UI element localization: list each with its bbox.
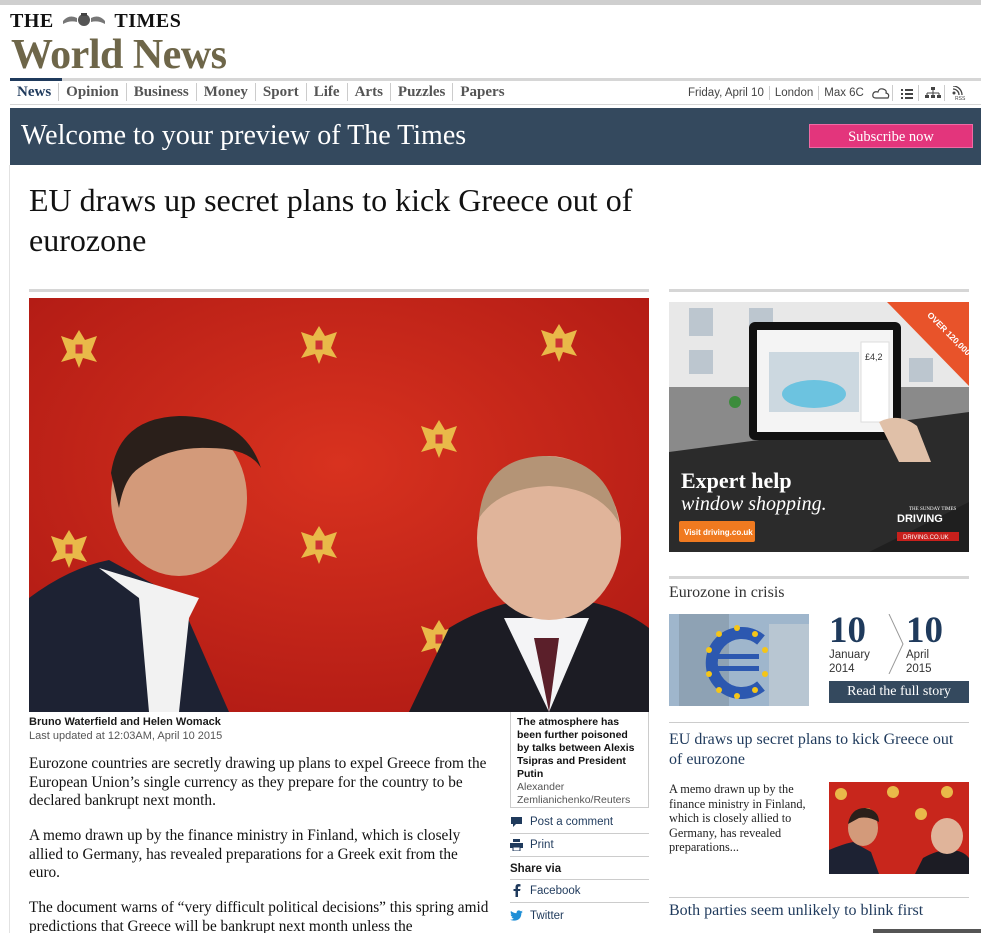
- article-paragraph: The document warns of “very difficult po…: [29, 899, 489, 933]
- ad-brand-small: THE SUNDAY TIMES: [909, 507, 957, 512]
- horizontal-scrollbar[interactable]: [873, 929, 981, 933]
- euro-sculpture-photo: [669, 614, 809, 706]
- eurozone-title[interactable]: Eurozone in crisis: [669, 584, 785, 602]
- euro-sign-image[interactable]: [669, 614, 809, 706]
- caption-text: The atmosphere has been further poisoned…: [517, 716, 635, 780]
- article-updated: Last updated at 12:03AM, April 10 2015: [29, 730, 223, 742]
- date-from: 10 January 2014: [829, 610, 870, 676]
- subscribe-button[interactable]: Subscribe now: [809, 124, 973, 148]
- preview-banner: Welcome to your preview of The Times Sub…: [10, 108, 981, 165]
- nav-opinion[interactable]: Opinion: [59, 83, 127, 101]
- related-story-headline[interactable]: EU draws up secret plans to kick Greece …: [669, 730, 969, 770]
- divider: [669, 722, 969, 723]
- facebook-share-link[interactable]: Facebook: [510, 884, 581, 897]
- ad-url: DRIVING.CO.UK: [903, 535, 949, 541]
- brand-times: TIMES: [114, 10, 182, 32]
- photo-tsipras-putin: [29, 298, 649, 712]
- related-story-thumbnail[interactable]: [829, 782, 969, 874]
- date-to-year: 2015: [906, 663, 932, 675]
- divider: [510, 902, 649, 903]
- date-from-month: January: [829, 649, 870, 661]
- post-comment-label: Post a comment: [530, 815, 614, 828]
- nav-papers[interactable]: Papers: [453, 83, 511, 101]
- rss-icon[interactable]: RSS: [949, 85, 971, 101]
- date-from-day: 10: [829, 610, 866, 651]
- caption-credit: Alexander Zemlianichenko/Reuters: [517, 781, 631, 806]
- date-from-year: 2014: [829, 663, 855, 675]
- twitter-share-link[interactable]: Twitter: [510, 909, 564, 922]
- section-title: World News: [11, 32, 227, 78]
- article-headline: EU draws up secret plans to kick Greece …: [29, 182, 633, 258]
- divider: [510, 879, 649, 880]
- divider: [510, 833, 649, 834]
- article-paragraph: A memo drawn up by the finance ministry …: [29, 827, 461, 881]
- facebook-label: Facebook: [530, 884, 581, 897]
- content-left-border: [9, 165, 10, 933]
- nav-money[interactable]: Money: [197, 83, 256, 101]
- nav-news[interactable]: News: [17, 83, 60, 101]
- ad-visit-button: Visit driving.co.uk: [684, 528, 753, 537]
- sitemap-icon[interactable]: [923, 85, 945, 101]
- ad-price: £4,2: [865, 352, 883, 362]
- chevron-right-icon: [888, 614, 904, 674]
- date-to-day: 10: [906, 610, 943, 651]
- nav-puzzles[interactable]: Puzzles: [391, 83, 454, 101]
- print-icon: [510, 838, 523, 851]
- nav-arts[interactable]: Arts: [348, 83, 391, 101]
- related-story-summary: A memo drawn up by the finance ministry …: [669, 782, 806, 854]
- driving-advertisement[interactable]: £4,2 OVER 120,000 CARS FOR SALE Expert h…: [669, 302, 969, 552]
- share-via-label: Share via: [510, 863, 562, 875]
- preview-text: Welcome to your preview of The Times: [21, 120, 467, 151]
- nav-location: London: [770, 86, 820, 100]
- ad-headline: Expert help: [681, 468, 792, 493]
- browser-top-edge: [0, 0, 981, 5]
- svg-text:RSS: RSS: [955, 96, 966, 100]
- print-link[interactable]: Print: [510, 838, 554, 851]
- nav-active-indicator: [10, 78, 62, 81]
- article-byline[interactable]: Bruno Waterfield and Helen Womack: [29, 716, 221, 728]
- cloud-icon: [871, 85, 893, 101]
- ad-brand: DRIVING: [897, 513, 943, 525]
- nav-life[interactable]: Life: [307, 83, 348, 101]
- thumbnail-tsipras-putin: [829, 782, 969, 874]
- nav-date: Friday, April 10: [683, 86, 770, 100]
- crest-icon: [63, 13, 106, 26]
- nav-weather: Max 6C: [824, 87, 864, 99]
- comment-icon: [510, 815, 523, 828]
- twitter-label: Twitter: [530, 909, 564, 922]
- photo-caption: The atmosphere has been further poisoned…: [510, 712, 649, 808]
- next-story-headline[interactable]: Both parties seem unlikely to blink firs…: [669, 902, 969, 920]
- article-photo[interactable]: [29, 298, 649, 712]
- sidebar-divider: [669, 576, 969, 579]
- ad-artwork: £4,2 OVER 120,000 CARS FOR SALE Expert h…: [669, 302, 969, 552]
- print-label: Print: [530, 838, 554, 851]
- facebook-icon: [510, 884, 523, 897]
- sidebar-divider: [669, 289, 969, 292]
- brand-the: THE: [10, 10, 54, 32]
- date-to: 10 April 2015: [906, 610, 943, 676]
- nav-business[interactable]: Business: [127, 83, 197, 101]
- the-times-logo[interactable]: THE TIMES: [10, 10, 181, 33]
- post-comment-link[interactable]: Post a comment: [510, 815, 613, 828]
- main-nav: News Opinion Business Money Sport Life A…: [10, 78, 981, 105]
- divider: [669, 897, 969, 898]
- article-paragraph: Eurozone countries are secretly drawing …: [29, 755, 487, 809]
- nav-sport[interactable]: Sport: [256, 83, 307, 101]
- article-divider: [29, 289, 649, 292]
- twitter-icon: [510, 909, 523, 922]
- ad-subline: window shopping.: [681, 493, 827, 515]
- read-full-story-button[interactable]: Read the full story: [829, 681, 969, 703]
- list-icon[interactable]: [897, 85, 919, 101]
- divider: [510, 856, 649, 857]
